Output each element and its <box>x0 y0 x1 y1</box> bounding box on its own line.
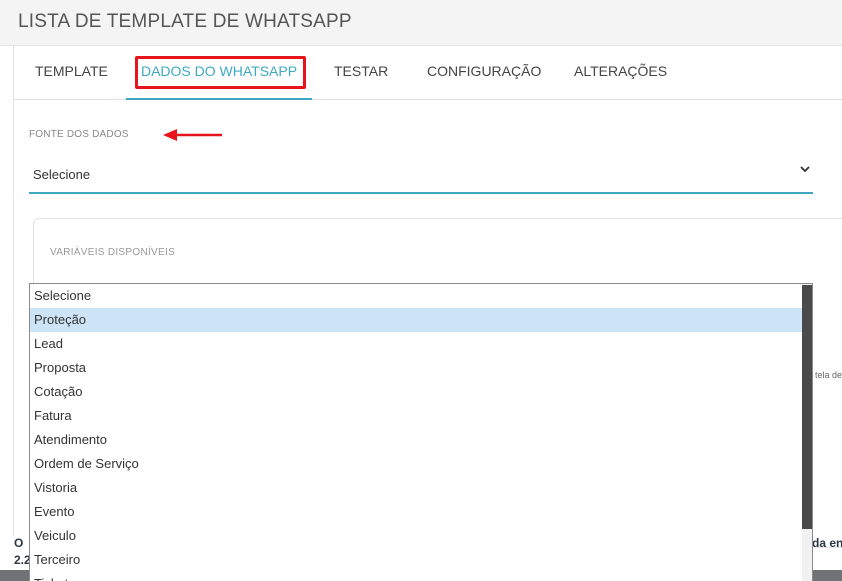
page-title: LISTA DE TEMPLATE DE WHATSAPP <box>18 11 352 32</box>
source-select[interactable]: Selecione <box>29 156 813 194</box>
tab-bar: TEMPLATE DADOS DO WHATSAPP TESTAR CONFIG… <box>14 46 842 100</box>
dropdown-option[interactable]: Tickets <box>30 572 803 581</box>
partial-footer-text: da en <box>812 536 842 550</box>
dropdown-scrollbar[interactable] <box>802 284 812 581</box>
tab-alteracoes[interactable]: ALTERAÇÕES <box>564 46 677 100</box>
dropdown-option[interactable]: Veiculo <box>30 524 803 548</box>
variables-card-label: VARIÁVEIS DISPONÍVEIS <box>50 247 176 258</box>
dropdown-option[interactable]: Selecione <box>30 284 803 308</box>
source-dropdown-list[interactable]: Selecione Proteção Lead Proposta Cotação… <box>29 283 813 581</box>
tab-configuracao[interactable]: CONFIGURAÇÃO <box>417 46 551 100</box>
dropdown-option[interactable]: Fatura <box>30 404 803 428</box>
dropdown-option[interactable]: Proteção <box>30 308 803 332</box>
chevron-down-icon <box>800 166 810 173</box>
annotation-arrow-icon <box>163 129 222 141</box>
dropdown-option[interactable]: Vistoria <box>30 476 803 500</box>
tab-testar[interactable]: TESTAR <box>324 46 398 100</box>
dropdown-scrollbar-thumb[interactable] <box>802 285 812 529</box>
tab-dados-do-whatsapp[interactable]: DADOS DO WHATSAPP <box>126 46 312 100</box>
source-select-value: Selecione <box>33 167 91 182</box>
page-header: LISTA DE TEMPLATE DE WHATSAPP <box>0 0 842 46</box>
dropdown-option[interactable]: Ordem de Serviço <box>30 452 803 476</box>
dropdown-option[interactable]: Evento <box>30 500 803 524</box>
dropdown-option[interactable]: Terceiro <box>30 548 803 572</box>
tab-template[interactable]: TEMPLATE <box>25 46 118 100</box>
partial-side-text: tela de <box>815 370 842 380</box>
partial-footer-text: O <box>14 536 24 550</box>
source-field-label: FONTE DOS DADOS <box>29 129 129 140</box>
dropdown-option[interactable]: Lead <box>30 332 803 356</box>
dropdown-option[interactable]: Cotação <box>30 380 803 404</box>
dropdown-option[interactable]: Proposta <box>30 356 803 380</box>
dropdown-option[interactable]: Atendimento <box>30 428 803 452</box>
